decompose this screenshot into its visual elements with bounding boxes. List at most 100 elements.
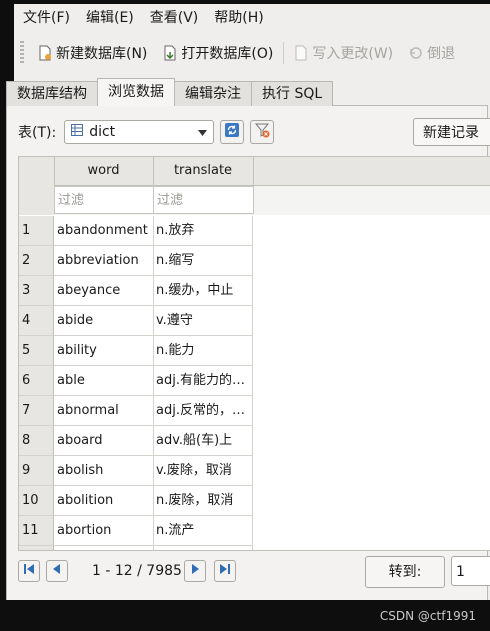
next-icon bbox=[189, 563, 201, 579]
write-changes-button[interactable]: 写入更改(W) bbox=[286, 39, 401, 67]
menu-bar: 文件(F) 编辑(E) 查看(V) 帮助(H) bbox=[14, 4, 490, 32]
filter-row: 过滤 过滤 bbox=[54, 186, 490, 215]
cell-translate[interactable]: v.废除，取消 bbox=[153, 456, 253, 486]
refresh-button[interactable] bbox=[220, 120, 245, 144]
table-label: 表(T): bbox=[18, 125, 57, 141]
table-row[interactable]: 6 able adj.有能力的… bbox=[19, 366, 490, 396]
row-number[interactable]: 7 bbox=[19, 396, 54, 426]
revert-changes-label: 倒退 bbox=[427, 46, 456, 62]
watermark-text: CSDN @ctf1991 bbox=[379, 609, 476, 623]
record-count: 1 - 12 / 7985 bbox=[92, 563, 182, 579]
cell-word[interactable]: abeyance bbox=[54, 276, 154, 306]
cell-translate[interactable]: adv.船(车)上 bbox=[153, 426, 253, 456]
write-changes-icon bbox=[294, 45, 308, 61]
row-number[interactable]: 11 bbox=[19, 516, 54, 546]
table-row[interactable]: 10 abolition n.废除，取消 bbox=[19, 486, 490, 516]
first-page-icon bbox=[23, 563, 35, 579]
table-row-partial bbox=[19, 546, 490, 550]
cell-word[interactable]: abide bbox=[54, 306, 154, 336]
cell-word[interactable]: abbreviation bbox=[54, 246, 154, 276]
cell-translate[interactable]: n.缩写 bbox=[153, 246, 253, 276]
record-navigation-bar: 1 - 12 / 7985 转到: 1 bbox=[18, 556, 490, 588]
table-row[interactable]: 4 abide v.遵守 bbox=[19, 306, 490, 336]
row-number[interactable]: 3 bbox=[19, 276, 54, 306]
clear-filters-button[interactable] bbox=[250, 120, 275, 144]
cell-word[interactable]: abolition bbox=[54, 486, 154, 516]
row-number[interactable]: 5 bbox=[19, 336, 54, 366]
menu-edit[interactable]: 编辑(E) bbox=[78, 4, 142, 32]
column-header-translate[interactable]: translate bbox=[153, 157, 254, 185]
refresh-icon bbox=[224, 122, 240, 142]
last-page-icon bbox=[219, 563, 231, 579]
filter-input-word[interactable]: 过滤 bbox=[54, 186, 154, 214]
table-icon bbox=[71, 124, 84, 140]
toolbar-grip bbox=[20, 41, 24, 65]
table-combobox[interactable]: dict bbox=[64, 120, 215, 144]
cell-translate[interactable]: n.流产 bbox=[153, 516, 253, 546]
row-number[interactable]: 2 bbox=[19, 246, 54, 276]
revert-changes-button[interactable]: 倒退 bbox=[401, 39, 463, 67]
cell-translate[interactable]: n.放弃 bbox=[153, 216, 253, 246]
main-tabs: 数据库结构 浏览数据 编辑杂注 执行 SQL bbox=[6, 78, 334, 106]
table-row[interactable]: 7 abnormal adj.反常的，… bbox=[19, 396, 490, 426]
next-record-button[interactable] bbox=[184, 560, 206, 582]
row-number[interactable]: 1 bbox=[19, 216, 54, 246]
table-row[interactable]: 9 abolish v.废除，取消 bbox=[19, 456, 490, 486]
revert-icon bbox=[409, 45, 423, 61]
table-row[interactable]: 8 aboard adv.船(车)上 bbox=[19, 426, 490, 456]
cell-word[interactable]: abortion bbox=[54, 516, 154, 546]
previous-record-button[interactable] bbox=[46, 560, 68, 582]
main-toolbar: 新建数据库(N) 打开数据库(O) 写入更改(W) 倒退 bbox=[14, 36, 490, 70]
cell-translate bbox=[153, 546, 253, 550]
cell-translate[interactable]: n.缓办，中止 bbox=[153, 276, 253, 306]
table-selector-bar: 表(T): dict bbox=[18, 119, 275, 145]
write-changes-label: 写入更改(W) bbox=[312, 46, 394, 62]
tab-edit-pragmas[interactable]: 编辑杂注 bbox=[174, 81, 252, 106]
tab-browse-data[interactable]: 浏览数据 bbox=[97, 78, 175, 106]
table-row[interactable]: 3 abeyance n.缓办，中止 bbox=[19, 276, 490, 306]
cell-word[interactable]: abolish bbox=[54, 456, 154, 486]
table-row[interactable]: 1 abandonment n.放弃 bbox=[19, 216, 490, 246]
data-grid: word translate 过滤 过滤 1 abandonment n.放弃 2 ab… bbox=[18, 156, 490, 551]
new-database-button[interactable]: 新建数据库(N) bbox=[30, 39, 155, 67]
cell-translate[interactable]: adj.有能力的… bbox=[153, 366, 253, 396]
goto-button[interactable]: 转到: bbox=[365, 556, 445, 588]
row-number[interactable]: 6 bbox=[19, 366, 54, 396]
row-number[interactable]: 9 bbox=[19, 456, 54, 486]
tab-execute-sql[interactable]: 执行 SQL bbox=[251, 81, 334, 106]
cell-translate[interactable]: n.废除，取消 bbox=[153, 486, 253, 516]
menu-help[interactable]: 帮助(H) bbox=[206, 4, 271, 32]
menu-view[interactable]: 查看(V) bbox=[142, 4, 207, 32]
column-header-word[interactable]: word bbox=[54, 157, 154, 185]
cell-translate[interactable]: n.能力 bbox=[153, 336, 253, 366]
cell-translate[interactable]: adj.反常的，… bbox=[153, 396, 253, 426]
cell-word[interactable]: aboard bbox=[54, 426, 154, 456]
cell-word[interactable]: abandonment bbox=[54, 216, 154, 246]
filter-clear-icon bbox=[254, 122, 270, 142]
open-database-button[interactable]: 打开数据库(O) bbox=[155, 39, 281, 67]
row-number[interactable]: 8 bbox=[19, 426, 54, 456]
new-file-icon bbox=[38, 45, 52, 61]
new-record-button[interactable]: 新建记录 bbox=[413, 118, 490, 146]
cell-translate[interactable]: v.遵守 bbox=[153, 306, 253, 336]
open-file-icon bbox=[163, 45, 177, 61]
cell-word[interactable]: ability bbox=[54, 336, 154, 366]
grid-corner[interactable] bbox=[19, 157, 55, 215]
table-row[interactable]: 5 ability n.能力 bbox=[19, 336, 490, 366]
tab-database-structure[interactable]: 数据库结构 bbox=[6, 81, 98, 106]
row-number[interactable]: 10 bbox=[19, 486, 54, 516]
last-record-button[interactable] bbox=[214, 560, 236, 582]
menu-file[interactable]: 文件(F) bbox=[14, 4, 78, 32]
goto-input[interactable]: 1 bbox=[451, 556, 490, 586]
first-record-button[interactable] bbox=[18, 560, 40, 582]
cell-word[interactable]: abnormal bbox=[54, 396, 154, 426]
table-row[interactable]: 2 abbreviation n.缩写 bbox=[19, 246, 490, 276]
filter-input-translate[interactable]: 过滤 bbox=[153, 186, 254, 214]
table-combobox-value: dict bbox=[89, 124, 116, 140]
row-number[interactable]: 4 bbox=[19, 306, 54, 336]
cell-word[interactable]: able bbox=[54, 366, 154, 396]
previous-icon bbox=[51, 563, 63, 579]
toolbar-separator bbox=[283, 42, 285, 64]
table-row[interactable]: 11 abortion n.流产 bbox=[19, 516, 490, 546]
cell-word bbox=[54, 546, 154, 550]
